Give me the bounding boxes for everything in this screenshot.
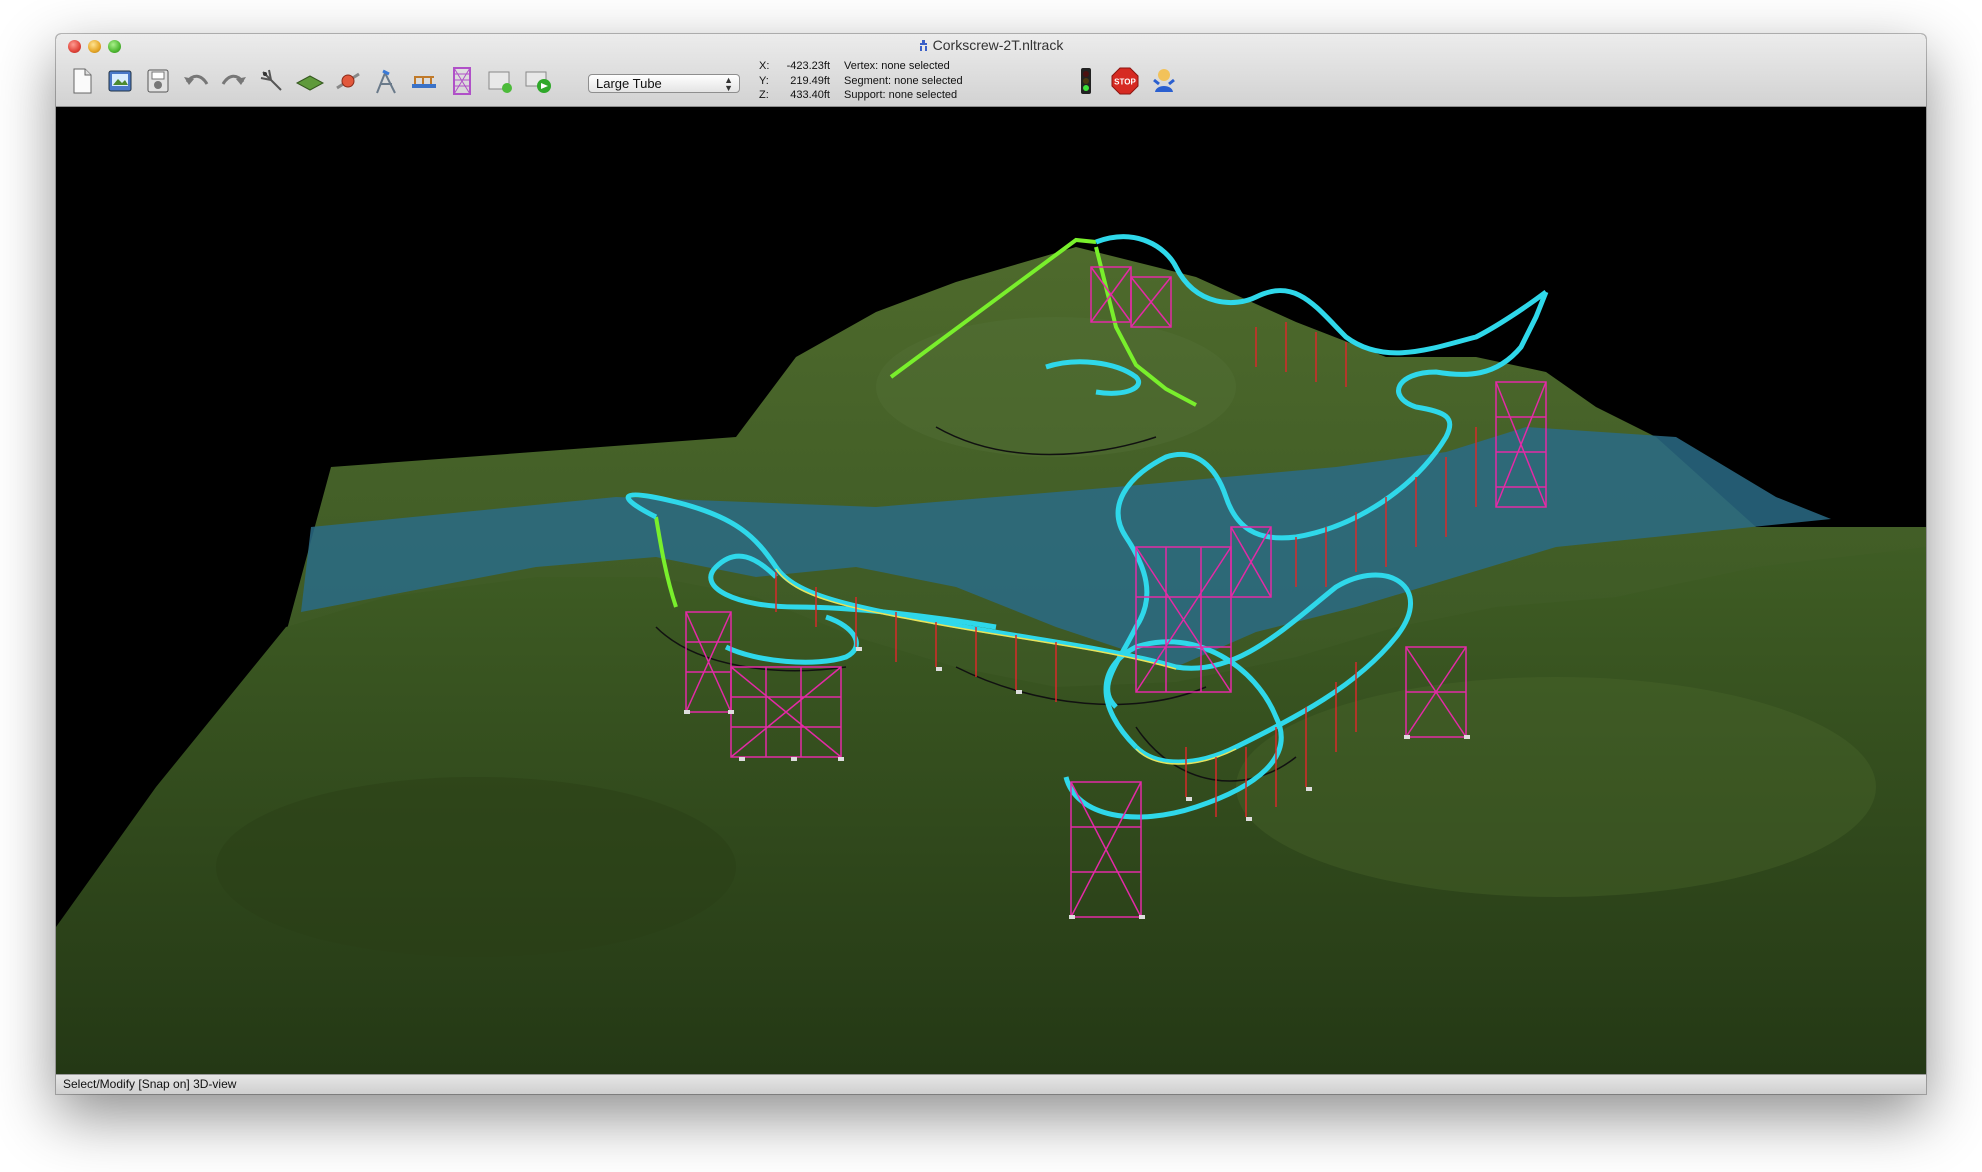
- y-label: Y:: [759, 74, 769, 87]
- catwalk-icon[interactable]: [408, 64, 440, 98]
- z-label: Z:: [759, 89, 769, 101]
- open-track-icon[interactable]: [104, 64, 136, 98]
- test-run-icon[interactable]: [522, 64, 554, 98]
- window-title-text: Corkscrew-2T.nltrack: [932, 37, 1064, 53]
- y-value: 219.49ft: [790, 74, 830, 87]
- 3d-viewport[interactable]: [56, 107, 1926, 1074]
- x-label: X:: [759, 60, 770, 72]
- track-document-icon: [919, 40, 927, 51]
- support-selection: Support: none selected: [844, 89, 958, 101]
- redo-icon[interactable]: [218, 64, 250, 98]
- vertex-selection: Vertex: none selected: [844, 60, 950, 72]
- window-title: Corkscrew-2T.nltrack: [56, 37, 1926, 53]
- rider-icon[interactable]: [1148, 64, 1180, 98]
- coordinate-readout: X: -423.23ft Y: 219.49ft Z: 433.40ft: [759, 59, 830, 103]
- hill-highlight: [876, 317, 1236, 457]
- stop-icon[interactable]: STOP: [1109, 64, 1141, 98]
- stop-label: STOP: [1114, 78, 1136, 87]
- new-document-icon[interactable]: [66, 64, 98, 98]
- tube-type-value: Large Tube: [596, 76, 662, 91]
- app-window: Corkscrew-2T.nltrack Large Tube ▲ ▼ X: -…: [56, 34, 1926, 1094]
- terrain-highlight: [1236, 677, 1876, 897]
- traffic-light-icon[interactable]: [1070, 64, 1102, 98]
- z-value: 433.40ft: [790, 89, 830, 101]
- status-bar: Select/Modify [Snap on] 3D-view: [56, 1074, 1926, 1094]
- selection-info: Vertex: none selected Segment: none sele…: [844, 59, 963, 103]
- x-value: -423.23ft: [786, 60, 830, 72]
- save-track-icon[interactable]: [142, 64, 174, 98]
- tube-type-select[interactable]: Large Tube ▲ ▼: [588, 74, 740, 93]
- segment-selection: Segment: none selected: [844, 74, 963, 87]
- export-icon[interactable]: [484, 64, 516, 98]
- status-text: Select/Modify [Snap on] 3D-view: [63, 1077, 237, 1091]
- select-vertex-icon[interactable]: [256, 64, 288, 98]
- terrain-shadow: [216, 777, 736, 957]
- terrain-icon[interactable]: [294, 64, 326, 98]
- lattice-support-icon[interactable]: [446, 64, 478, 98]
- support-tool-icon[interactable]: [370, 64, 402, 98]
- title-bar: Corkscrew-2T.nltrack Large Tube ▲ ▼ X: -…: [56, 34, 1926, 107]
- select-arrows-icon: ▲ ▼: [724, 75, 733, 93]
- add-vertex-icon[interactable]: [332, 64, 364, 98]
- undo-icon[interactable]: [180, 64, 212, 98]
